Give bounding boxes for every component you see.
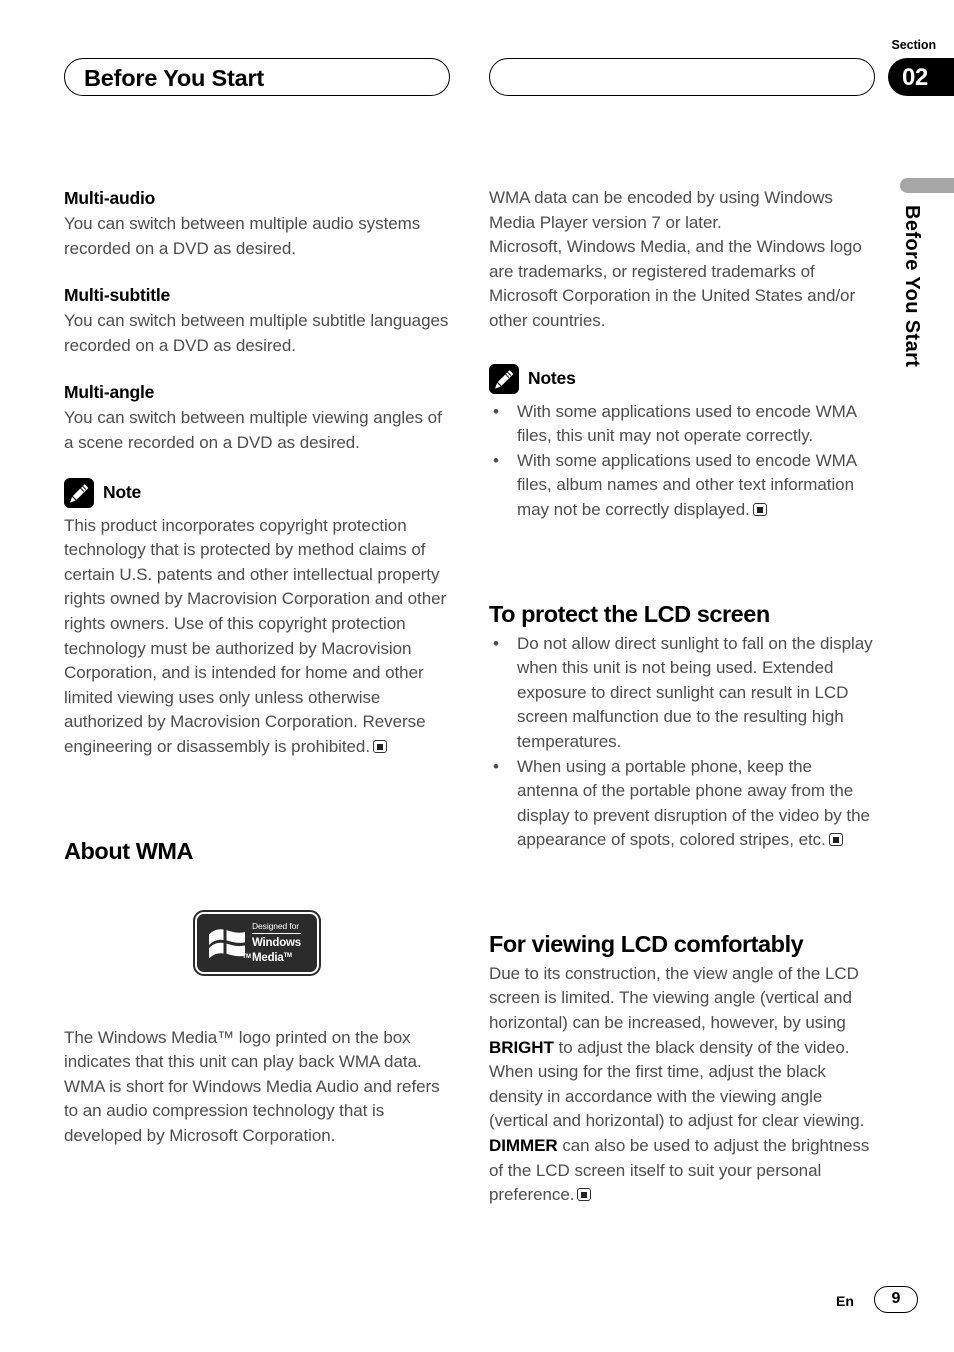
side-tab-marker: [900, 178, 954, 193]
logo-designed-for: Designed for: [252, 920, 301, 934]
heading-protect-lcd: To protect the LCD screen: [489, 600, 770, 627]
list-item: With some applications used to encode WM…: [489, 449, 875, 523]
text-viewing-comfort: Due to its construction, the view angle …: [489, 963, 870, 1205]
logo-brand-trademark: TM: [283, 953, 292, 959]
heading-multi-angle: Multi-angle: [64, 382, 155, 403]
logo-brand-line1: Windows: [252, 937, 301, 949]
text-microsoft-trademarks: Microsoft, Windows Media, and the Window…: [489, 237, 862, 330]
list-item: When using a portable phone, keep the an…: [489, 755, 875, 853]
text-wma-logo-meaning: The Windows Media™ logo printed on the b…: [64, 1027, 422, 1072]
document-page: Before You Start Section 02 Before You S…: [0, 0, 954, 1352]
section-number: 02: [902, 64, 928, 91]
heading-multi-subtitle: Multi-subtitle: [64, 285, 171, 306]
notes-label: Notes: [528, 368, 576, 389]
text-multi-subtitle: You can switch between multiple subtitle…: [64, 311, 449, 355]
list-item: Do not allow direct sunlight to fall on …: [489, 632, 875, 755]
left-column: Multi-audio You can switch between multi…: [64, 186, 450, 1148]
end-marker-icon: [577, 1188, 592, 1202]
header-pill-right: [489, 58, 875, 96]
windows-media-logo: TM Designed for Windows MediaTM: [193, 909, 321, 976]
footer-language: En: [836, 1293, 854, 1309]
end-marker-icon: [752, 502, 767, 516]
protect-lcd-list: Do not allow direct sunlight to fall on …: [489, 632, 875, 853]
right-column: WMA data can be encoded by using Windows…: [489, 186, 875, 1208]
keyword-dimmer: DIMMER: [489, 1136, 558, 1156]
note-label: Note: [103, 482, 142, 503]
section-label: Section: [891, 38, 937, 52]
side-tab-label: Before You Start: [901, 205, 923, 368]
list-item: With some applications used to encode WM…: [489, 400, 875, 449]
notes-list: With some applications used to encode WM…: [489, 400, 875, 523]
logo-text-block: Designed for Windows MediaTM: [252, 920, 301, 965]
keyword-bright: BRIGHT: [489, 1037, 554, 1057]
logo-brand: Windows MediaTM: [252, 934, 301, 965]
text-note-copyright: This product incorporates copyright prot…: [64, 515, 447, 756]
pencil-note-icon: [64, 477, 94, 508]
end-marker-icon: [373, 739, 388, 753]
section-badge: 02: [888, 58, 954, 96]
heading-viewing-comfort: For viewing LCD comfortably: [489, 930, 804, 957]
pencil-note-icon: [489, 363, 519, 394]
end-marker-icon: [828, 833, 843, 847]
heading-about-wma: About WMA: [64, 837, 194, 864]
text-wma-encoding: WMA data can be encoded by using Windows…: [489, 188, 833, 232]
text-multi-audio: You can switch between multiple audio sy…: [64, 214, 421, 258]
windows-flag-icon: TM: [204, 920, 251, 966]
wma-logo-container: TM Designed for Windows MediaTM: [64, 909, 450, 976]
note-header: Note: [64, 477, 450, 508]
footer-page-number: 9: [874, 1286, 918, 1313]
flag-trademark: TM: [242, 953, 251, 960]
heading-multi-audio: Multi-audio: [64, 188, 156, 208]
text-wma-definition: WMA is short for Windows Media Audio and…: [64, 1076, 440, 1145]
logo-brand-line2: Media: [252, 952, 284, 964]
text-multi-angle: You can switch between multiple viewing …: [64, 408, 442, 452]
notes-header: Notes: [489, 363, 875, 394]
page-title: Before You Start: [84, 65, 265, 91]
